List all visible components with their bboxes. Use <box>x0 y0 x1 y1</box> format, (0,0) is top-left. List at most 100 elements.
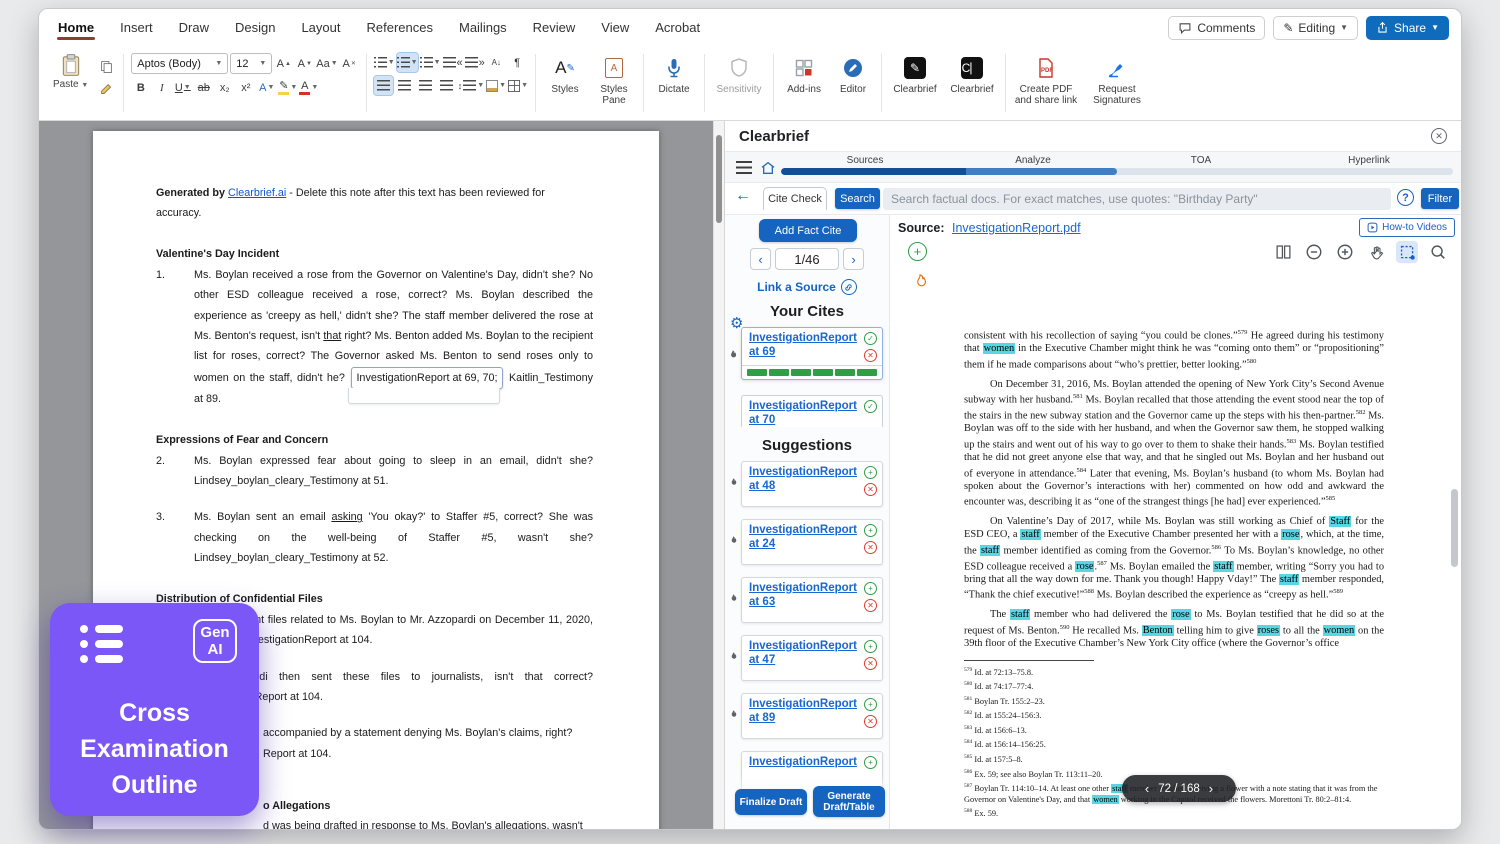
suggestion-doc-link[interactable]: InvestigationReport <box>749 698 857 711</box>
tab-draw[interactable]: Draw <box>178 11 210 44</box>
add-suggestion-icon[interactable]: + <box>864 466 877 479</box>
cite-doc-link[interactable]: InvestigationReport <box>749 400 857 413</box>
tab-view[interactable]: View <box>600 11 630 44</box>
tab-cite-check[interactable]: Cite Check <box>763 187 827 210</box>
tab-mailings[interactable]: Mailings <box>458 11 508 44</box>
tab-references[interactable]: References <box>366 11 434 44</box>
suggestion-doc-link[interactable]: InvestigationReport <box>749 756 857 769</box>
font-size-select[interactable]: 12 ▼ <box>230 53 272 74</box>
shrink-font-button[interactable]: A▼ <box>295 54 314 73</box>
add-annotation-icon[interactable]: + <box>908 242 927 261</box>
font-color-button[interactable]: A▼ <box>299 78 318 97</box>
underline-button[interactable]: U▼ <box>173 78 192 97</box>
gen-ai-cross-exam-card[interactable]: Gen AI Cross Examination Outline <box>50 603 259 816</box>
add-suggestion-icon[interactable]: + <box>864 756 877 769</box>
page-layout-icon[interactable] <box>1272 241 1294 263</box>
dismiss-suggestion-icon[interactable]: ✕ <box>864 483 877 496</box>
italic-button[interactable]: I <box>152 78 171 97</box>
multilevel-list-button[interactable]: ▼ <box>420 53 441 72</box>
cite-card[interactable]: ⚙ InvestigationReport at 69 ✓ ✕ <box>741 327 883 380</box>
suggestion-page-link[interactable]: at 89 <box>749 712 857 725</box>
align-left-button[interactable] <box>374 76 393 95</box>
prev-page-icon[interactable]: ‹ <box>1145 781 1149 796</box>
text-effects-button[interactable]: A▼ <box>257 78 276 97</box>
hand-pan-icon[interactable] <box>1365 241 1387 263</box>
pdf-page-navigator[interactable]: ‹ 72 / 168 › <box>1122 775 1236 802</box>
menu-icon[interactable] <box>736 161 752 174</box>
tab-layout[interactable]: Layout <box>300 11 341 44</box>
add-suggestion-icon[interactable]: + <box>864 698 877 711</box>
superscript-button[interactable]: x² <box>236 78 255 97</box>
help-icon[interactable]: ? <box>1397 189 1414 206</box>
cite-page-link[interactable]: at 69 <box>749 346 857 359</box>
format-painter-button[interactable] <box>97 80 116 99</box>
clearbrief-addin-button[interactable]: ✎ Clearbrief <box>889 51 941 95</box>
cite-field[interactable]: InvestigationReport at 69, 70; <box>351 367 502 389</box>
close-icon[interactable]: ✕ <box>1431 128 1447 144</box>
tab-design[interactable]: Design <box>234 11 276 44</box>
reject-x-icon[interactable]: ✕ <box>864 349 877 362</box>
search-icon[interactable] <box>1427 241 1449 263</box>
bullet-list-button[interactable]: ▼ <box>374 53 395 72</box>
dismiss-suggestion-icon[interactable]: ✕ <box>864 657 877 670</box>
dictate-button[interactable]: Dictate <box>651 51 697 95</box>
next-page-icon[interactable]: › <box>843 248 864 270</box>
suggestion-page-link[interactable]: at 24 <box>749 538 857 551</box>
sensitivity-button[interactable]: Sensitivity <box>712 51 766 95</box>
borders-button[interactable]: ▼ <box>508 76 528 95</box>
tab-home[interactable]: Home <box>57 11 95 44</box>
search-input[interactable] <box>883 188 1391 210</box>
add-ins-button[interactable]: Add-ins <box>781 51 827 95</box>
dismiss-suggestion-icon[interactable]: ✕ <box>864 599 877 612</box>
sort-button[interactable]: A↓ <box>487 53 506 72</box>
suggestion-doc-link[interactable]: InvestigationReport <box>749 466 857 479</box>
align-center-button[interactable] <box>395 76 414 95</box>
cite-page-link[interactable]: at 70 <box>749 414 857 427</box>
change-case-button[interactable]: Aa▼ <box>316 54 337 73</box>
step-hyperlink[interactable]: Hyperlink <box>1285 155 1453 166</box>
back-arrow-icon[interactable]: ← <box>735 187 751 205</box>
suggestion-doc-link[interactable]: InvestigationReport <box>749 640 857 653</box>
home-icon[interactable] <box>760 160 776 181</box>
align-right-button[interactable] <box>416 76 435 95</box>
suggestion-doc-link[interactable]: InvestigationReport <box>749 524 857 537</box>
tab-review[interactable]: Review <box>532 11 577 44</box>
suggestion-card[interactable]: InvestigationReport at 63 + ✕ <box>741 577 883 623</box>
strikethrough-button[interactable]: ab <box>194 78 213 97</box>
add-suggestion-icon[interactable]: + <box>864 640 877 653</box>
add-suggestion-icon[interactable]: + <box>864 524 877 537</box>
source-file-link[interactable]: InvestigationReport.pdf <box>952 221 1081 235</box>
suggestion-doc-link[interactable]: InvestigationReport <box>749 582 857 595</box>
cite-doc-link[interactable]: InvestigationReport <box>749 332 857 345</box>
suggestion-card[interactable]: InvestigationReport at 47 + ✕ <box>741 635 883 681</box>
prev-page-icon[interactable]: ‹ <box>750 248 771 270</box>
accept-check-icon[interactable]: ✓ <box>864 332 877 345</box>
grow-font-button[interactable]: A▲ <box>274 54 293 73</box>
search-button[interactable]: Search <box>835 188 880 209</box>
document-scrollbar[interactable] <box>713 121 724 829</box>
step-sources[interactable]: Sources <box>781 155 949 166</box>
page-indicator[interactable]: 1/46 <box>775 248 839 270</box>
cite-card[interactable]: InvestigationReport at 70 ✓ <box>741 395 883 427</box>
step-analyze[interactable]: Analyze <box>949 155 1117 166</box>
subscript-button[interactable]: x₂ <box>215 78 234 97</box>
dismiss-suggestion-icon[interactable]: ✕ <box>864 541 877 554</box>
step-toa[interactable]: TOA <box>1117 155 1285 166</box>
tab-insert[interactable]: Insert <box>119 11 154 44</box>
suggestion-card[interactable]: InvestigationReport at 48 + ✕ <box>741 461 883 507</box>
numbered-list-button[interactable]: ▼ <box>397 53 418 72</box>
decrease-indent-button[interactable]: « <box>443 53 463 72</box>
scrollbar-thumb[interactable] <box>716 135 722 223</box>
bold-button[interactable]: B <box>131 78 150 97</box>
suggestion-page-link[interactable]: at 48 <box>749 480 857 493</box>
accept-check-icon[interactable]: ✓ <box>864 400 877 413</box>
clearbrief-addin-button-2[interactable]: C⎸ Clearbrief <box>946 51 998 95</box>
select-region-icon[interactable] <box>1396 241 1418 263</box>
increase-indent-button[interactable]: » <box>465 53 485 72</box>
suggestion-card[interactable]: InvestigationReport at 24 + ✕ <box>741 519 883 565</box>
zoom-in-icon[interactable] <box>1334 241 1356 263</box>
gear-icon[interactable]: ⚙ <box>730 316 743 331</box>
copy-button[interactable] <box>97 57 116 76</box>
clearbrief-link[interactable]: Clearbrief.ai <box>228 187 286 199</box>
filter-button[interactable]: Filter <box>1421 188 1459 209</box>
